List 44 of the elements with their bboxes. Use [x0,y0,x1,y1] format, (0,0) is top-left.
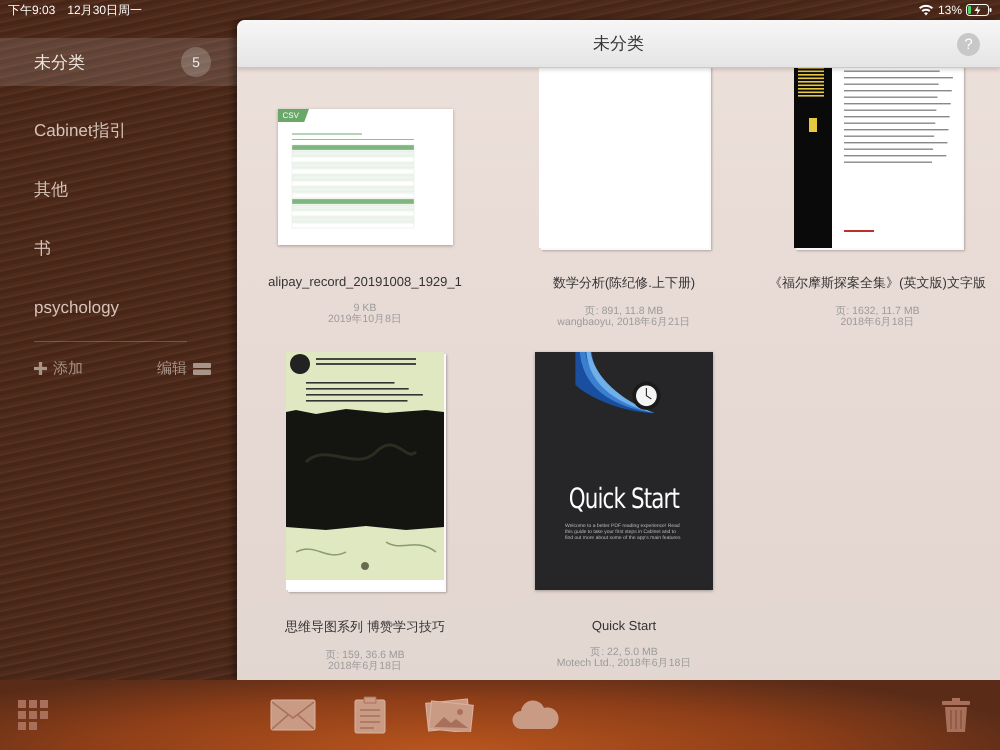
document-title[interactable]: 《福尔摩斯探案全集》(英文版)文字版 [769,274,986,292]
tray-icon [193,362,211,374]
sidebar-item[interactable]: Cabinet指引 [0,101,237,160]
trash-icon[interactable] [942,698,970,732]
document-info: 2018年6月18日 [840,317,914,328]
clipboard-icon[interactable] [354,696,386,734]
sidebar-item[interactable]: 未分类 5 [0,38,237,86]
document-info: 2018年6月18日 [328,661,402,672]
document-info: 2019年10月8日 [328,314,402,325]
mail-icon[interactable] [270,699,316,731]
document-info: 9 KB [354,303,376,314]
document-info: 页: 1632, 11.7 MB [835,306,920,317]
file-type-tag: CSV [278,109,309,122]
document-thumbnail[interactable] [278,109,452,245]
document-info: 页: 159, 36.6 MB [325,650,405,661]
document-title[interactable]: Quick Start [592,618,656,633]
cover-title: Quick Start [568,482,680,515]
sidebar-item[interactable]: 其他 [0,160,237,219]
document-title[interactable]: 数学分析(陈纪修.上下册) [552,274,696,292]
document-title[interactable]: alipay_record_20191008_1929_1 [268,274,462,289]
cloud-icon[interactable] [512,700,560,730]
count-badge: 5 [181,47,211,77]
grid-icon[interactable] [18,700,48,730]
document-info: 页: 22, 5.0 MB [590,647,658,658]
document-info: wangbaoyu, 2018年6月21日 [557,317,691,328]
document-thumbnail[interactable] [794,68,962,248]
document-thumbnail[interactable] [539,68,709,248]
clock-icon [632,382,661,410]
battery-charging-icon [966,4,992,16]
battery-percent: 13% [938,3,962,17]
sidebar-item[interactable]: psychology [0,278,237,337]
document-thumbnail[interactable] [286,352,444,590]
document-title[interactable]: 思维导图系列 博赞学习技巧 [285,618,445,636]
panel-title: 未分类 [593,33,644,55]
add-button[interactable]: 添加 [34,359,83,378]
sidebar-item[interactable]: 书 [0,219,237,278]
status-time: 下午9:03 [8,2,56,18]
plus-icon [34,362,47,375]
edit-button[interactable]: 编辑 [157,359,211,378]
status-date: 12月30日周一 [67,2,142,18]
photos-icon[interactable] [424,698,474,732]
document-info: Motech Ltd., 2018年6月18日 [556,658,692,669]
wifi-icon [918,4,934,16]
document-info: 页: 891, 11.8 MB [584,306,664,317]
